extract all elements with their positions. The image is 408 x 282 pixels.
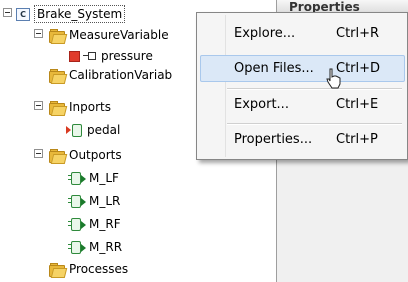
variable-icon <box>69 50 80 62</box>
menu-item-label: Explore... <box>234 26 296 41</box>
tree-node-brake-system[interactable]: C Brake_System <box>16 4 126 24</box>
mouse-pointer-icon <box>326 68 341 89</box>
menu-separator <box>227 123 402 125</box>
outport-icon <box>68 217 86 231</box>
inport-icon <box>66 123 84 137</box>
tree-node-m-lf[interactable]: M_LF <box>68 168 119 188</box>
tree-node-label: Outports <box>69 148 122 162</box>
collapse-root-button[interactable] <box>3 8 12 17</box>
collapse-outports-button[interactable] <box>34 149 43 158</box>
tree-node-calibration-variables[interactable]: CalibrationVariab <box>49 65 172 85</box>
tree-node-pedal[interactable]: pedal <box>66 120 120 140</box>
component-icon: C <box>16 7 30 21</box>
tree-node-label: Processes <box>69 262 129 276</box>
tree-node-label: pedal <box>87 123 121 137</box>
collapse-inports-button[interactable] <box>34 101 43 110</box>
tree-node-m-lr[interactable]: M_LR <box>68 191 120 211</box>
outport-icon <box>68 171 86 185</box>
tree-node-m-rf[interactable]: M_RF <box>68 214 121 234</box>
context-menu: Explore... Ctrl+R Open Files... Ctrl+D E… <box>196 12 408 160</box>
menu-item-label: Open Files... <box>234 61 314 76</box>
menu-item-shortcut: Ctrl+E <box>336 97 379 112</box>
menu-item-explore[interactable]: Explore... Ctrl+R <box>200 20 405 47</box>
folder-icon <box>49 28 68 44</box>
tree-node-m-rr[interactable]: M_RR <box>68 237 122 257</box>
tree-node-label: MeasureVariable <box>69 28 169 42</box>
tree-node-label: M_RF <box>89 217 121 231</box>
tree-node-measure-variables[interactable]: MeasureVariable <box>49 25 169 45</box>
folder-icon <box>49 262 68 278</box>
tree-node-label: CalibrationVariab <box>69 68 173 82</box>
folder-icon <box>49 68 68 84</box>
menu-item-shortcut: Ctrl+P <box>336 132 378 147</box>
tree-node-inports[interactable]: Inports <box>49 97 111 117</box>
tree-node-label: pressure <box>101 49 153 63</box>
menu-item-shortcut: Ctrl+R <box>336 26 380 41</box>
tree-node-pressure[interactable]: pressure <box>69 46 153 66</box>
tree-node-label: M_LR <box>89 194 121 208</box>
menu-item-properties[interactable]: Properties... Ctrl+P <box>200 126 405 153</box>
menu-item-open-files[interactable]: Open Files... Ctrl+D <box>200 55 405 82</box>
outport-icon <box>68 240 86 254</box>
collapse-measure-button[interactable] <box>34 29 43 38</box>
tree-node-label: M_RR <box>89 240 123 254</box>
menu-separator <box>227 88 402 90</box>
tree-node-outports[interactable]: Outports <box>49 145 122 165</box>
menu-item-export[interactable]: Export... Ctrl+E <box>200 91 405 118</box>
probe-icon <box>83 52 97 60</box>
folder-icon <box>49 148 68 164</box>
menu-item-label: Export... <box>234 97 289 112</box>
menu-item-label: Properties... <box>234 132 313 147</box>
folder-icon <box>49 100 68 116</box>
tree-node-processes[interactable]: Processes <box>49 259 128 279</box>
tree-node-label: Brake_System <box>34 5 126 23</box>
outport-icon <box>68 194 86 208</box>
tree-node-label: M_LF <box>89 171 119 185</box>
tree-node-label: Inports <box>69 100 111 114</box>
